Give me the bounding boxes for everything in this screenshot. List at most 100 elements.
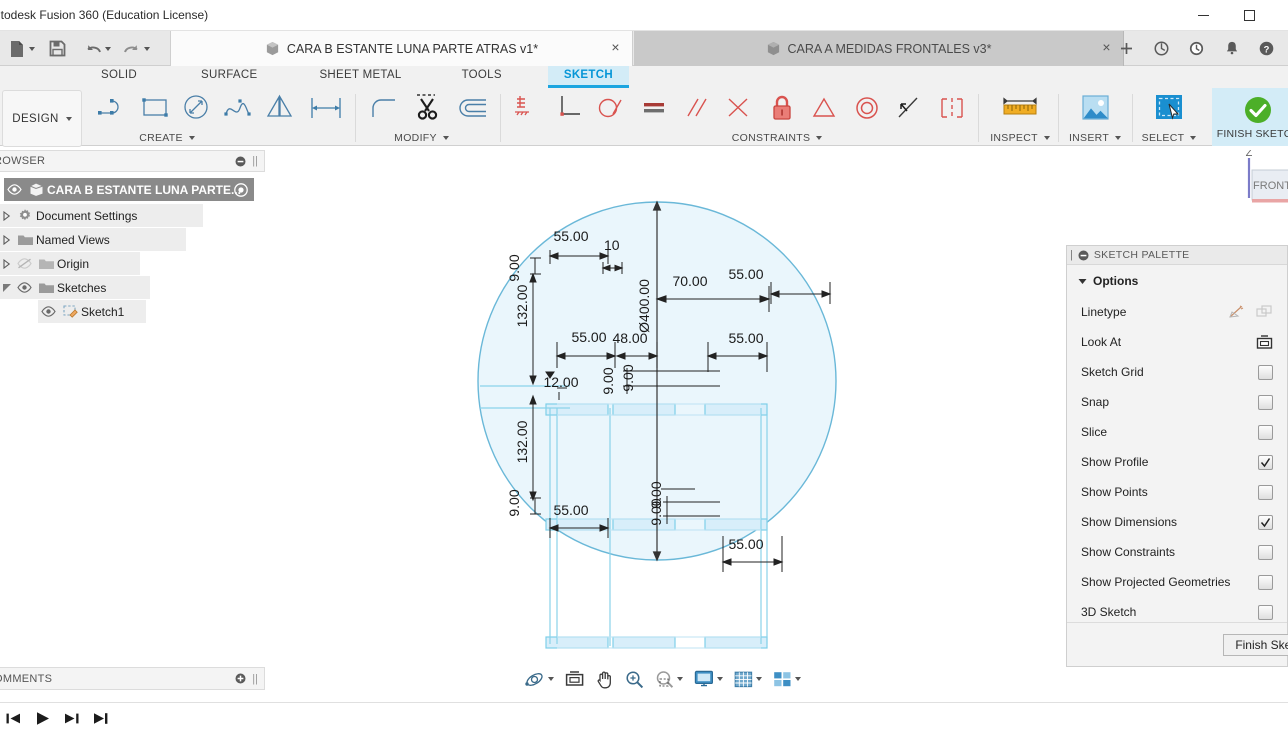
select-tool-button[interactable]	[1147, 88, 1191, 128]
new-document-button[interactable]	[6, 35, 38, 63]
step-forward-button[interactable]	[62, 708, 81, 728]
parallel-constraint-button[interactable]	[675, 88, 718, 128]
collapse-icon[interactable]	[1078, 250, 1089, 261]
undo-button[interactable]	[81, 35, 114, 63]
collinear-constraint-button[interactable]	[718, 88, 761, 128]
option-slice[interactable]: Slice	[1067, 417, 1287, 447]
tree-item-named-views[interactable]: Named Views	[0, 228, 186, 251]
maximize-button[interactable]	[1226, 0, 1272, 31]
spline-tool-button[interactable]	[217, 88, 259, 128]
sketch-grid-checkbox[interactable]	[1258, 364, 1273, 380]
ribbon-tab-sheet-metal[interactable]: SHEET METAL	[303, 66, 417, 88]
browser-grip-icon[interactable]: ||	[252, 155, 258, 167]
ribbon-tab-tools[interactable]: TOOLS	[446, 66, 518, 88]
document-tab-active[interactable]: CARA B ESTANTE LUNA PARTE ATRAS v1* ×	[170, 31, 633, 66]
comments-grip-icon[interactable]: ||	[252, 673, 258, 685]
circle-tool-button[interactable]	[176, 88, 218, 128]
options-section-header[interactable]: Options	[1067, 265, 1287, 297]
option-linetype[interactable]: Linetype	[1067, 297, 1287, 327]
fix-unfix-constraint-button[interactable]	[760, 88, 803, 128]
group-label-insert[interactable]: INSERT	[1060, 132, 1130, 144]
horizontal-vertical-constraint-button[interactable]	[505, 88, 548, 128]
go-to-end-button[interactable]	[91, 708, 110, 728]
3d-sketch-checkbox[interactable]	[1258, 604, 1273, 620]
option-show-constraints[interactable]: Show Constraints	[1067, 537, 1287, 567]
orbit-tool-button[interactable]	[522, 666, 556, 692]
play-button[interactable]	[33, 708, 52, 728]
perpendicular-constraint-button[interactable]	[548, 88, 591, 128]
show-constraints-checkbox[interactable]	[1258, 544, 1273, 560]
tangent-constraint-button[interactable]	[590, 88, 633, 128]
tree-item-origin[interactable]: Origin	[0, 252, 140, 275]
redo-button[interactable]	[120, 35, 153, 63]
help-button[interactable]: ?	[1250, 31, 1283, 66]
tree-item-sketches[interactable]: Sketches	[0, 276, 150, 299]
save-button[interactable]	[46, 35, 69, 63]
snap-checkbox[interactable]	[1258, 394, 1273, 410]
activate-component-icon[interactable]	[234, 182, 248, 197]
new-tab-button[interactable]	[1110, 31, 1143, 66]
document-tab-inactive[interactable]: CARA A MEDIDAS FRONTALES v3* ×	[634, 31, 1124, 66]
minimize-button[interactable]	[1180, 0, 1226, 31]
expand-arrow-icon[interactable]	[0, 234, 14, 245]
centerline-linetype-icon[interactable]	[1256, 304, 1273, 320]
add-comment-icon[interactable]	[235, 673, 246, 684]
insert-image-button[interactable]	[1073, 88, 1117, 128]
group-label-select[interactable]: SELECT	[1134, 132, 1204, 144]
collapse-icon[interactable]	[235, 156, 246, 167]
fillet-tool-button[interactable]	[362, 88, 406, 128]
rectangle-tool-button[interactable]	[134, 88, 176, 128]
zoom-tool-button[interactable]	[623, 666, 646, 692]
show-profile-checkbox[interactable]	[1258, 454, 1273, 470]
visibility-eye-icon[interactable]	[14, 282, 35, 293]
midpoint-constraint-button[interactable]	[803, 88, 846, 128]
group-label-modify[interactable]: MODIFY	[354, 132, 489, 144]
option-snap[interactable]: Snap	[1067, 387, 1287, 417]
palette-finish-sketch-button[interactable]: Finish Sket	[1223, 633, 1288, 656]
ribbon-tab-solid[interactable]: SOLID	[85, 66, 153, 88]
look-at-icon[interactable]	[1256, 334, 1273, 350]
group-label-inspect[interactable]: INSPECT	[984, 132, 1056, 144]
symmetry-constraint-button[interactable]	[930, 88, 973, 128]
measure-tool-button[interactable]	[993, 88, 1047, 128]
finish-sketch-button[interactable]: FINISH SKETCH	[1212, 88, 1288, 146]
option-show-profile[interactable]: Show Profile	[1067, 447, 1287, 477]
slice-checkbox[interactable]	[1258, 424, 1273, 440]
viewports-button[interactable]	[771, 666, 803, 692]
group-label-constraints[interactable]: CONSTRAINTS	[543, 132, 1011, 144]
trim-tool-button[interactable]	[406, 88, 450, 128]
show-projected-geometries-checkbox[interactable]	[1258, 574, 1273, 590]
option-show-dimensions[interactable]: Show Dimensions	[1067, 507, 1287, 537]
look-at-tool-button[interactable]	[563, 666, 586, 692]
show-points-checkbox[interactable]	[1258, 484, 1273, 500]
zoom-window-tool-button[interactable]	[653, 666, 685, 692]
expand-arrow-icon[interactable]	[0, 258, 14, 269]
tree-item-document-settings[interactable]: Document Settings	[0, 204, 203, 227]
ribbon-tab-surface[interactable]: SURFACE	[185, 66, 273, 88]
visibility-eye-icon[interactable]	[4, 184, 25, 195]
collapse-arrow-icon[interactable]	[0, 283, 14, 293]
view-cube[interactable]: Z FRONT	[1240, 150, 1288, 220]
option-sketch-grid[interactable]: Sketch Grid	[1067, 357, 1287, 387]
expand-arrow-icon[interactable]	[0, 210, 14, 221]
curvature-constraint-button[interactable]	[888, 88, 931, 128]
ribbon-tab-sketch[interactable]: SKETCH	[547, 66, 629, 88]
concentric-constraint-button[interactable]	[845, 88, 888, 128]
sketch-palette-header[interactable]: | SKETCH PALETTE	[1067, 246, 1287, 265]
visibility-eye-icon[interactable]	[38, 306, 59, 317]
grid-and-snaps-button[interactable]	[732, 666, 764, 692]
refresh-button[interactable]	[1145, 31, 1178, 66]
offset-tool-button[interactable]	[450, 88, 494, 128]
visibility-eye-off-icon[interactable]	[14, 258, 35, 269]
display-settings-button[interactable]	[692, 666, 725, 692]
job-status-button[interactable]	[1180, 31, 1213, 66]
show-dimensions-checkbox[interactable]	[1258, 514, 1273, 530]
construction-linetype-icon[interactable]	[1228, 305, 1245, 320]
notifications-button[interactable]	[1215, 31, 1248, 66]
pan-tool-button[interactable]	[593, 666, 616, 692]
line-tool-button[interactable]	[92, 88, 134, 128]
tree-item-sketch1[interactable]: Sketch1	[38, 300, 146, 323]
mirror-tool-button[interactable]	[259, 88, 301, 128]
sketch-dimension-button[interactable]	[301, 88, 352, 128]
tree-item-root[interactable]: CARA B ESTANTE LUNA PARTE...	[4, 178, 254, 201]
